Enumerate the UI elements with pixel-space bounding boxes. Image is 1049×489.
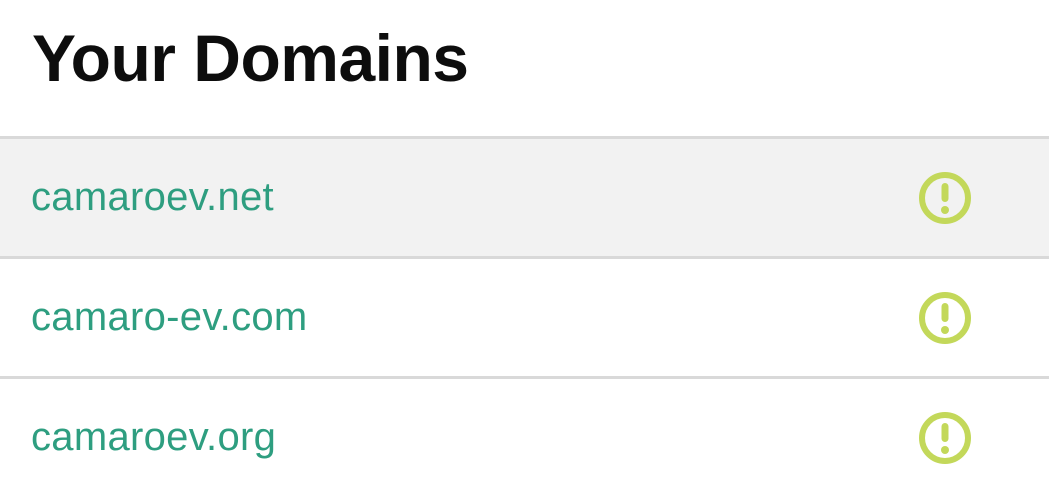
warning-icon[interactable]	[918, 291, 972, 345]
domain-row[interactable]: camaroev.org	[0, 379, 1049, 489]
domain-link[interactable]: camaroev.org	[31, 415, 276, 460]
domain-row[interactable]: camaroev.net	[0, 139, 1049, 259]
domains-page: Your Domains camaroev.net camaro-ev.com …	[0, 0, 1049, 489]
domain-list: camaroev.net camaro-ev.com camaroev.org	[0, 136, 1049, 489]
warning-icon[interactable]	[918, 171, 972, 225]
domain-link[interactable]: camaro-ev.com	[31, 295, 308, 340]
domain-link[interactable]: camaroev.net	[31, 175, 274, 220]
domain-row[interactable]: camaro-ev.com	[0, 259, 1049, 379]
warning-icon[interactable]	[918, 411, 972, 465]
page-title: Your Domains	[32, 21, 469, 95]
